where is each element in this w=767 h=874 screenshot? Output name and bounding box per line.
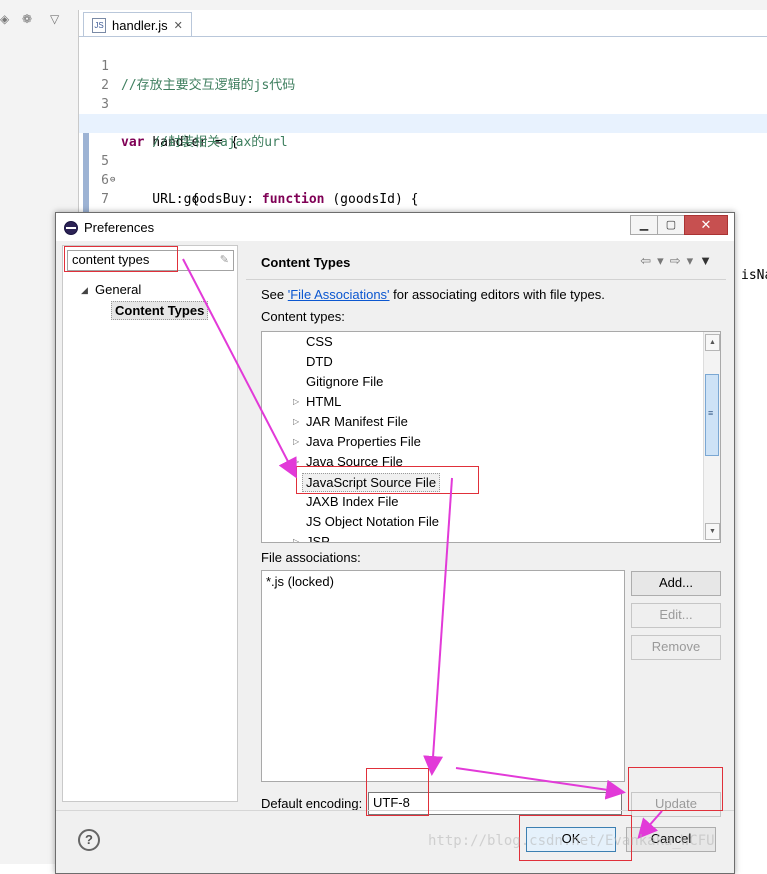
default-encoding-label: Default encoding: (261, 796, 363, 811)
code-line: 8 } (79, 171, 767, 245)
preference-tree-pane: ✎ ◢ General Content Types (62, 245, 238, 802)
minimize-button[interactable]: ▁ (630, 215, 658, 235)
eclipse-icon (64, 221, 78, 235)
dialog-titlebar[interactable]: Preferences ▁ ▢ ✕ (56, 213, 734, 241)
code-line: 9 }, (79, 190, 767, 264)
forward-icon[interactable]: ⇨ (670, 253, 681, 269)
edit-button[interactable]: Edit... (631, 603, 721, 628)
content-types-page: Content Types ⇦ ▾ ⇨ ▾ ▼ See 'File Associ… (246, 245, 726, 817)
js-file-icon: JS (92, 17, 106, 33)
expand-arrow-icon[interactable]: ▷ (293, 412, 299, 432)
desc-text: See (261, 287, 288, 302)
scrollbar-thumb[interactable]: ≡ (705, 374, 719, 456)
desc-text: for associating editors with file types. (389, 287, 605, 302)
tree-item-label: General (95, 282, 142, 297)
file-associations-list[interactable]: *.js (locked) (261, 570, 625, 782)
code-line: 6 goodsBuy: function (goodsId) { (79, 133, 767, 207)
expand-arrow-icon[interactable]: ▷ (293, 532, 299, 542)
tree-item-content-types[interactable]: Content Types (63, 300, 237, 320)
highlight-box-encoding (366, 768, 429, 816)
close-button[interactable]: ✕ (684, 215, 728, 235)
add-button[interactable]: Add... (631, 571, 721, 596)
content-types-label: Content types: (261, 309, 345, 324)
expand-arrow-icon[interactable]: ▷ (293, 392, 299, 412)
content-type-name: CSS (306, 334, 333, 349)
editor-tab-handler-js[interactable]: JS handler.js ✕ (83, 12, 192, 37)
content-types-tree[interactable]: CSS DTD Gitignore File ▷ HTML ▷ JAR Manife… (261, 331, 721, 543)
back-dropdown-icon[interactable]: ▾ (657, 253, 664, 269)
expand-arrow-icon[interactable]: ▷ (293, 432, 299, 452)
code-line: 3 ⊖ var handler = { (79, 76, 767, 150)
page-description: See 'File Associations' for associating … (261, 287, 605, 302)
code-line: 4 //封装相关ajax的url (79, 95, 767, 150)
content-type-name: JS Object Notation File (306, 514, 439, 529)
content-type-name: DTD (306, 354, 333, 369)
scroll-up-icon[interactable]: ▲ (705, 334, 720, 351)
file-association-item[interactable]: *.js (locked) (266, 574, 334, 589)
remove-button[interactable]: Remove (631, 635, 721, 660)
highlight-box-js-source (296, 466, 479, 494)
clear-filter-icon[interactable]: ✎ (220, 253, 229, 266)
code-line: 2 (79, 57, 767, 93)
back-icon[interactable]: ⇦ (640, 253, 651, 269)
view-menu-icon[interactable]: ▼ (699, 253, 712, 269)
code-peek-text: isNa (741, 268, 767, 283)
content-type-name: Gitignore File (306, 374, 384, 389)
highlight-box-update (628, 767, 723, 811)
collapse-arrow-icon[interactable]: ◢ (81, 280, 88, 300)
code-area[interactable]: 1 //存放主要交互逻辑的js代码 2 3 ⊖ var handler = { … (79, 38, 767, 264)
window-controls: ▁ ▢ ✕ (630, 215, 728, 235)
package-explorer-icon[interactable]: ❁ (22, 12, 32, 26)
highlight-box-filter (64, 246, 178, 272)
editor-tab-label: handler.js (112, 17, 168, 33)
scroll-down-icon[interactable]: ▼ (705, 523, 720, 540)
dialog-title: Preferences (84, 220, 155, 235)
page-navigation: ⇦ ▾ ⇨ ▾ ▼ (640, 253, 712, 269)
perspective-icon[interactable]: ◈ (0, 12, 9, 26)
code-line-current: 5 ⊖ URL: { (79, 114, 767, 207)
content-type-name: HTML (306, 394, 342, 409)
maximize-button[interactable]: ▢ (657, 215, 685, 235)
watermark-text: http://blog.csdn.net/Evankaka_WCFU (428, 833, 715, 849)
view-menu-icon[interactable]: ▽ (50, 12, 59, 26)
close-tab-icon[interactable]: ✕ (174, 19, 183, 32)
tree-item-label: Content Types (111, 301, 209, 320)
code-line: 7 return '/beauty_ssm/goods/' + goodsId … (79, 152, 767, 226)
content-type-name: JAXB Index File (306, 494, 399, 509)
tab-divider (79, 36, 767, 37)
file-associations-label: File associations: (261, 550, 361, 565)
forward-dropdown-icon[interactable]: ▾ (687, 253, 694, 269)
tree-item-general[interactable]: ◢ General (63, 280, 237, 300)
page-title: Content Types (261, 255, 351, 270)
code-line: 1 //存放主要交互逻辑的js代码 (79, 38, 767, 93)
content-type-name: JSP (306, 534, 330, 543)
page-header: Content Types ⇦ ▾ ⇨ ▾ ▼ (246, 245, 726, 280)
content-types-scrollbar[interactable]: ▲ ≡ ▼ (703, 332, 720, 540)
preference-tree: ◢ General Content Types (63, 280, 237, 320)
help-icon[interactable]: ? (78, 829, 100, 851)
content-type-name: JAR Manifest File (306, 414, 408, 429)
content-type-name: Java Properties File (306, 434, 421, 449)
file-associations-link[interactable]: 'File Associations' (288, 287, 390, 302)
